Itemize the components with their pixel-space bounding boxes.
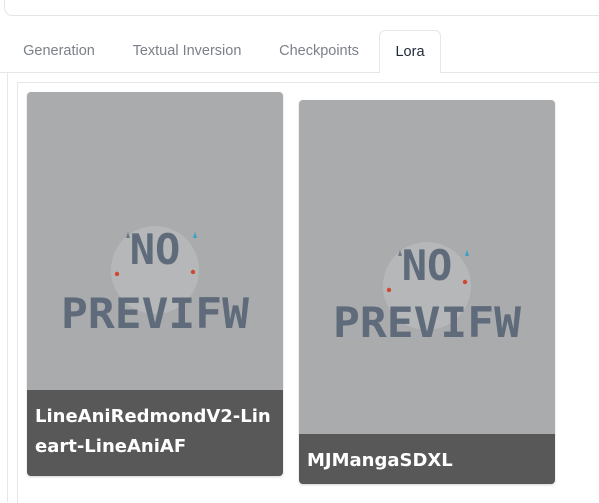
tab-generation[interactable]: Generation xyxy=(8,30,110,72)
tab-checkpoints[interactable]: Checkpoints xyxy=(264,30,374,72)
no-preview-text-line1: NO xyxy=(402,241,453,290)
no-preview-text-line2: PREVIFW xyxy=(333,298,522,347)
no-preview-image: NO PREVIFW xyxy=(333,241,522,347)
tab-textual-inversion[interactable]: Textual Inversion xyxy=(118,30,256,72)
lora-card[interactable]: NO PREVIFW MJMangaSDXL xyxy=(299,100,555,484)
prompt-input-box[interactable] xyxy=(4,0,599,16)
tab-lora[interactable]: Lora xyxy=(379,30,441,73)
no-preview-text-line2: PREVIFW xyxy=(61,289,250,338)
no-preview-text-line1: NO xyxy=(130,225,181,274)
lora-card[interactable]: NO PREVIFW LineAniRedmondV2-Lineart-Line… xyxy=(27,92,283,476)
tab-bar: Generation Textual Inversion Checkpoints… xyxy=(0,30,599,73)
lora-card-name: MJMangaSDXL xyxy=(299,434,555,484)
lora-card-name: LineAniRedmondV2-Lineart-LineAniAF xyxy=(27,390,283,476)
